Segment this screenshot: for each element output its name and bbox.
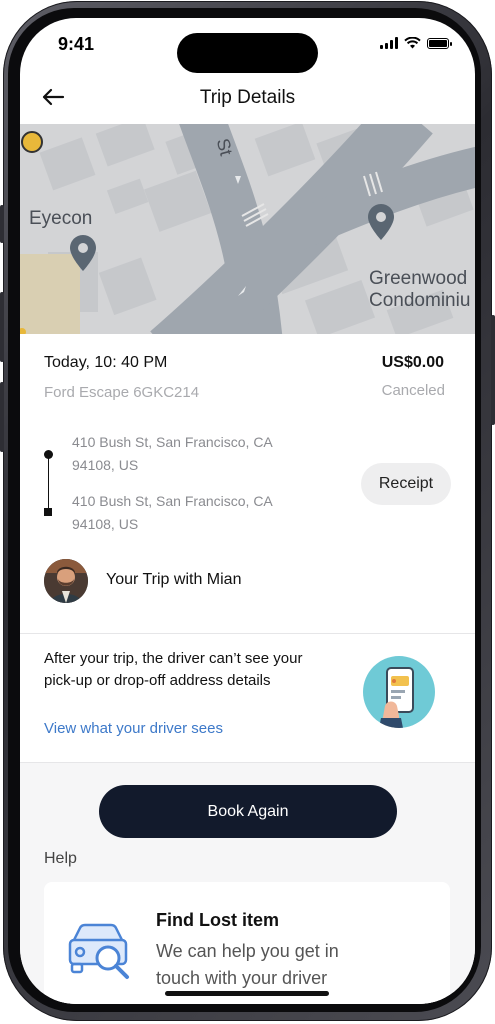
status-icons [380, 36, 452, 50]
receipt-button[interactable]: Receipt [361, 463, 451, 505]
dropoff-address-line2: 94108, US [72, 516, 139, 532]
volume-down-button [0, 382, 4, 452]
section-divider [20, 762, 475, 763]
silent-switch [0, 205, 4, 243]
map-poi-right-label-1: Greenwood [369, 268, 468, 289]
section-divider [20, 633, 475, 634]
pickup-dot-icon [44, 450, 53, 459]
trip-datetime: Today, 10: 40 PM [44, 354, 168, 371]
map-poi-left-label: Eyecon [29, 208, 93, 229]
trip-status: Canceled [381, 382, 445, 399]
dropoff-square-icon [44, 508, 52, 516]
lost-item-search-icon [68, 923, 129, 979]
lost-item-description: We can help you get in touch with your d… [156, 941, 339, 988]
battery-icon [427, 37, 452, 49]
trip-map[interactable]: St Eyecon Greenwood Condominiu [20, 124, 475, 334]
lost-item-title: Find Lost item [156, 910, 279, 930]
pickup-address-line1: 410 Bush St, San Francisco, CA [72, 434, 273, 450]
home-indicator[interactable] [165, 991, 329, 996]
vehicle-info: Ford Escape 6GKC214 [44, 384, 200, 401]
screen: 9:41 Trip Details St Eyecon Greenwood Co… [20, 18, 475, 1004]
book-again-button[interactable]: Book Again [99, 785, 397, 838]
dropoff-address-line1: 410 Bush St, San Francisco, CA [72, 493, 273, 509]
driver-trip-label[interactable]: Your Trip with Mian [106, 571, 241, 589]
power-button [491, 315, 495, 425]
driver-avatar[interactable] [44, 559, 88, 603]
help-heading: Help [44, 850, 77, 867]
privacy-notice: After your trip, the driver can’t see yo… [44, 650, 303, 689]
pickup-address-line2: 94108, US [72, 457, 139, 473]
map-pin-icon [70, 235, 96, 271]
volume-up-button [0, 292, 4, 362]
route-line [48, 455, 49, 511]
trip-price: US$0.00 [381, 354, 444, 371]
cellular-signal-icon [380, 37, 398, 49]
driver-photo [44, 559, 88, 603]
map-poi-right-label-2: Condominiu [369, 290, 471, 311]
view-driver-sees-link[interactable]: View what your driver sees [44, 720, 223, 737]
wifi-icon [404, 37, 421, 49]
dynamic-island [177, 33, 318, 73]
page-title: Trip Details [199, 87, 296, 108]
phone-hand-illustration-icon [363, 656, 435, 728]
pickup-address: 410 Bush St, San Francisco, CA 94108, US [72, 431, 312, 477]
map-pin-icon [368, 204, 394, 240]
status-time: 9:41 [58, 34, 95, 54]
dropoff-address: 410 Bush St, San Francisco, CA 94108, US [72, 490, 312, 536]
find-lost-item-card[interactable]: Find Lost item We can help you get in to… [44, 882, 450, 1004]
